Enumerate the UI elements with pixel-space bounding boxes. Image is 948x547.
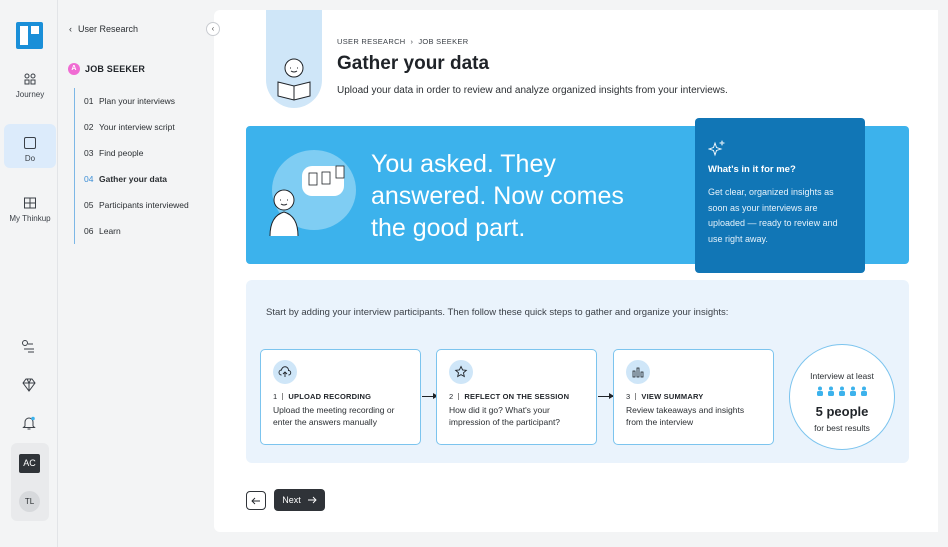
avatar-ac[interactable]: AC — [19, 454, 40, 473]
breadcrumb-user-research[interactable]: USER RESEARCH — [337, 37, 406, 46]
bar-chart-icon — [626, 360, 650, 384]
participant-goal-badge: Interview at least 5 people for best res… — [789, 344, 895, 450]
card-body: Upload the meeting recording or enter th… — [273, 405, 395, 427]
card-number: 3 — [626, 392, 631, 401]
main-panel: USER RESEARCH › JOB SEEKER Gather your dat… — [214, 10, 938, 532]
step-label: Gather your data — [99, 174, 168, 184]
card-heading: 3 VIEW SUMMARY — [626, 392, 761, 401]
card-heading: 1 UPLOAD RECORDING — [273, 392, 408, 401]
breadcrumb: USER RESEARCH › JOB SEEKER — [337, 37, 468, 46]
star-icon — [449, 360, 473, 384]
step-number: 02 — [84, 122, 94, 132]
page-title: Gather your data — [337, 53, 490, 74]
arrow-right-icon — [307, 496, 317, 504]
step-item[interactable]: 01 Plan your interviews — [84, 88, 209, 114]
cloud-upload-icon — [273, 360, 297, 384]
step-label: Plan your interviews — [99, 96, 176, 106]
back-link[interactable]: ‹ User Research — [69, 24, 138, 34]
step-label: Learn — [99, 226, 121, 236]
step-number: 03 — [84, 148, 94, 158]
callout-title: What's in it for me? — [708, 164, 796, 175]
rail-thinkup[interactable]: My Thinkup — [4, 196, 56, 230]
step-label: Participants interviewed — [99, 200, 189, 210]
step-item[interactable]: 05 Participants interviewed — [84, 192, 209, 218]
step-navigation: ‹ User Research ‹ A JOB SEEKER 01 Plan yo… — [59, 0, 220, 547]
quick-steps-intro: Start by adding your interview participa… — [266, 307, 729, 318]
card-body: Review takeaways and insights from the i… — [626, 405, 745, 427]
chevron-left-icon: ‹ — [211, 24, 215, 33]
journey-icon — [24, 73, 36, 85]
card-title: UPLOAD RECORDING — [288, 392, 372, 401]
step-label: Your interview script — [99, 122, 175, 132]
breadcrumb-job-seeker[interactable]: JOB SEEKER — [418, 37, 468, 46]
card-body: How did it go? What's your impression of… — [449, 405, 561, 427]
step-card-reflect[interactable]: 2 REFLECT ON THE SESSION How did it go? W… — [436, 349, 597, 445]
connections-icon[interactable] — [21, 339, 37, 355]
hero-banner: You asked. They answered. Now comes the … — [246, 118, 909, 273]
goal-count: 5 people — [815, 404, 869, 419]
card-title: VIEW SUMMARY — [641, 392, 704, 401]
avatar-tl[interactable]: TL — [19, 491, 40, 512]
card-heading: 2 REFLECT ON THE SESSION — [449, 392, 584, 401]
step-item[interactable]: 06 Learn — [84, 218, 209, 244]
card-number: 1 — [273, 392, 278, 401]
collapse-sidebar-button[interactable]: ‹ — [206, 22, 220, 36]
persona-label: A JOB SEEKER — [68, 63, 145, 75]
do-icon — [24, 137, 36, 149]
card-number: 2 — [449, 392, 454, 401]
benefit-callout: What's in it for me? Get clear, organize… — [695, 118, 865, 273]
thinkup-icon — [24, 197, 36, 209]
chevron-right-icon: › — [410, 37, 414, 46]
step-number: 05 — [84, 200, 94, 210]
step-item[interactable]: 03 Find people — [84, 140, 209, 166]
rail-thinkup-label: My Thinkup — [9, 214, 51, 223]
step-list: 01 Plan your interviews 02 Your interview … — [74, 88, 209, 244]
people-icon — [817, 386, 867, 396]
chevron-left-icon: ‹ — [69, 24, 72, 34]
previous-button[interactable] — [246, 491, 266, 510]
rail-do[interactable]: Do — [4, 124, 56, 168]
rail-do-label: Do — [24, 154, 36, 163]
step-label: Find people — [99, 148, 144, 158]
step-number: 04 — [84, 174, 94, 184]
next-button[interactable]: Next — [274, 489, 325, 511]
goal-line-1: Interview at least — [810, 371, 874, 381]
arrow-left-icon — [251, 497, 260, 504]
interview-chat-illustration — [269, 150, 356, 237]
app-logo[interactable] — [16, 22, 43, 49]
sparkle-icon — [708, 140, 726, 157]
account-switcher: AC TL — [11, 443, 49, 521]
step-item-current[interactable]: 04 Gather your data — [84, 166, 209, 192]
rail-journey[interactable]: Journey — [4, 72, 56, 106]
quick-steps-panel: Start by adding your interview participa… — [246, 280, 909, 463]
arrow-right-icon — [422, 393, 438, 399]
diamond-icon[interactable] — [21, 377, 37, 393]
rail-journey-label: Journey — [15, 90, 45, 99]
next-button-label: Next — [282, 495, 301, 505]
step-card-upload[interactable]: 1 UPLOAD RECORDING Upload the meeting rec… — [260, 349, 421, 445]
step-item[interactable]: 02 Your interview script — [84, 114, 209, 140]
banner-headline: You asked. They answered. Now comes the … — [371, 150, 624, 242]
card-title: REFLECT ON THE SESSION — [464, 392, 570, 401]
app-rail: Journey Do My Thinkup AC TL — [0, 0, 58, 547]
back-link-label: User Research — [78, 24, 139, 34]
persona-name: JOB SEEKER — [85, 64, 146, 74]
step-number: 06 — [84, 226, 94, 236]
page-subtitle: Upload your data in order to review and … — [337, 85, 728, 96]
arrow-right-icon — [598, 393, 614, 399]
reading-person-illustration — [266, 10, 322, 108]
callout-body: Get clear, organized insights as soon as… — [708, 187, 838, 244]
step-card-summary[interactable]: 3 VIEW SUMMARY Review takeaways and insig… — [613, 349, 774, 445]
persona-badge: A — [68, 63, 80, 75]
goal-line-3: for best results — [814, 423, 870, 433]
step-number: 01 — [84, 96, 94, 106]
bell-icon[interactable] — [21, 415, 37, 431]
